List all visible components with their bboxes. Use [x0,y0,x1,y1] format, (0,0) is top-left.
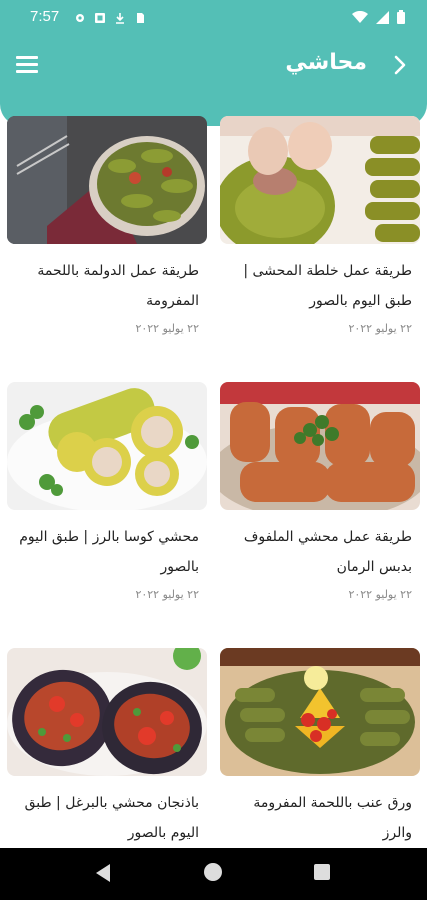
recipe-card[interactable]: محشي كوسا بالرز | طبق اليوم بالصور ٢٢ يو… [7,382,207,601]
recipe-image [7,648,207,776]
recipe-card[interactable]: باذنجان محشي بالبرغل | طبق اليوم بالصور [7,648,207,854]
nav-recents-icon[interactable] [314,864,330,880]
recipe-image [220,648,420,776]
notification-icon [94,9,106,23]
recipe-title: محشي كوسا بالرز | طبق اليوم بالصور [19,529,199,575]
download-icon [114,9,126,24]
signal-icon [376,9,389,28]
status-time: 7:57 [30,8,60,25]
recipe-image [7,382,207,510]
recipe-card[interactable]: طريقة عمل محشي الملفوف بدبس الرمان ٢٢ يو… [220,382,420,601]
recipe-date: ٢٢ يوليو ٢٠٢٢ [348,588,412,601]
nav-back-icon[interactable] [96,864,110,882]
app-bar: محاشي [0,34,427,126]
recipe-title: طريقة عمل الدولمة باللحمة المفرومة [37,263,199,309]
recipe-title: باذنجان محشي بالبرغل | طبق اليوم بالصور [24,795,199,841]
recipe-date: ٢٢ يوليو ٢٠٢٢ [348,322,412,335]
recipe-image [220,382,420,510]
system-nav-bar [0,848,427,900]
sd-card-icon [134,9,146,23]
status-bar: 7:57 [0,0,427,34]
page-title: محاشي [285,50,367,75]
status-system-icons [352,9,405,28]
recipe-card[interactable]: طريقة عمل خلطة المحشى | طبق اليوم بالصور… [220,116,420,335]
status-notification-icons [74,9,146,24]
recipe-date: ٢٢ يوليو ٢٠٢٢ [135,322,199,335]
recipe-card[interactable]: ورق عنب باللحمة المفرومة والرز [220,648,420,854]
recipe-image [7,116,207,244]
menu-icon[interactable] [16,56,38,74]
recipe-title: ورق عنب باللحمة المفرومة والرز [253,795,412,841]
wifi-icon [352,9,368,28]
recipe-title: طريقة عمل محشي الملفوف بدبس الرمان [243,529,412,575]
recipe-title: طريقة عمل خلطة المحشى | طبق اليوم بالصور [243,263,412,309]
recipe-card[interactable]: طريقة عمل الدولمة باللحمة المفرومة ٢٢ يو… [7,116,207,335]
battery-icon [397,9,405,28]
settings-icon [74,9,86,22]
recipe-date: ٢٢ يوليو ٢٠٢٢ [135,588,199,601]
nav-home-icon[interactable] [204,863,222,881]
recipe-image [220,116,420,244]
back-chevron-icon[interactable] [387,53,411,77]
